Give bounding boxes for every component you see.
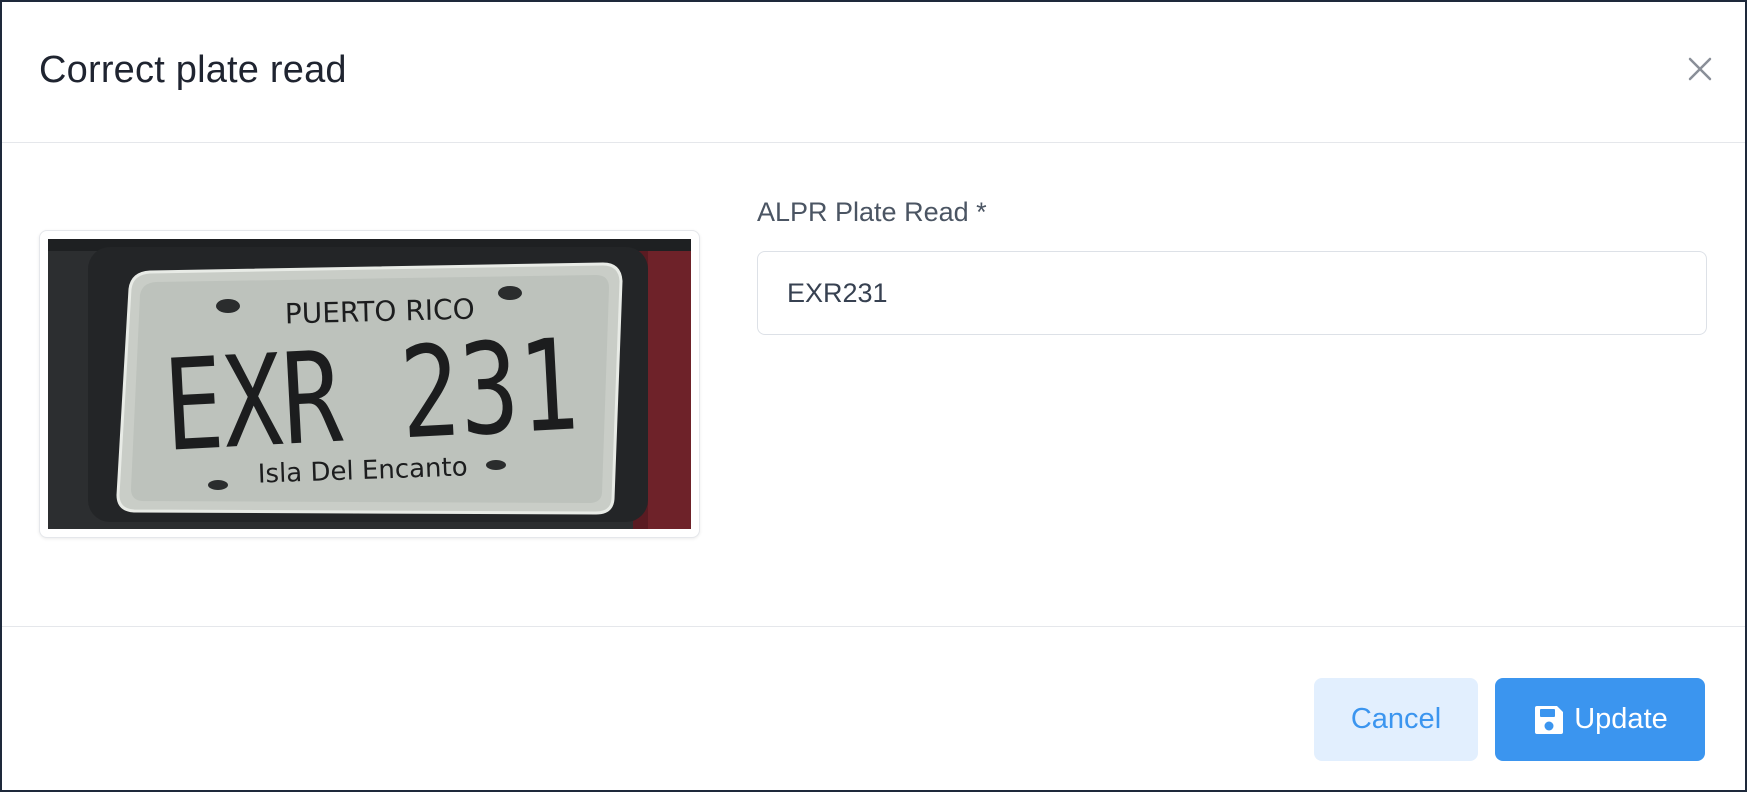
update-button[interactable]: Update — [1495, 678, 1705, 761]
update-button-label: Update — [1574, 703, 1668, 735]
plate-number-text: EXR 231 — [160, 311, 581, 480]
license-plate-image: PUERTO RICO EXR 231 Isla Del Encanto — [48, 239, 691, 529]
dialog-header: Correct plate read — [2, 2, 1745, 143]
close-button[interactable] — [1685, 54, 1715, 84]
plate-read-input[interactable] — [757, 251, 1707, 335]
cancel-button-label: Cancel — [1350, 703, 1442, 735]
dialog-title: Correct plate read — [39, 49, 347, 91]
cancel-button[interactable]: Cancel — [1314, 678, 1478, 761]
save-icon — [1532, 703, 1566, 737]
dialog-body: PUERTO RICO EXR 231 Isla Del Encanto ALP… — [2, 143, 1745, 627]
plate-image-frame: PUERTO RICO EXR 231 Isla Del Encanto — [39, 230, 700, 538]
correct-plate-dialog: Correct plate read PUERTO RICO EXR 231 I… — [2, 2, 1745, 790]
plate-read-label: ALPR Plate Read * — [757, 197, 987, 227]
dialog-footer: Cancel Update — [2, 627, 1745, 790]
close-icon — [1688, 57, 1712, 81]
